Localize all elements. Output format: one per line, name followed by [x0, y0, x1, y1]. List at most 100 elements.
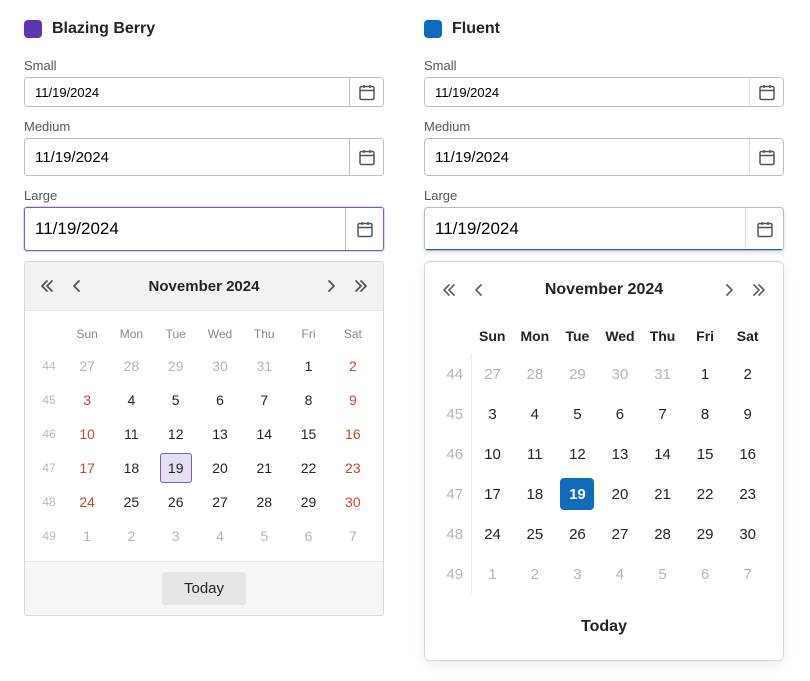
date-input-small-field[interactable] [425, 78, 749, 106]
day-cell[interactable]: 9 [726, 394, 769, 434]
day-cell[interactable]: 5 [154, 383, 198, 417]
day-cell[interactable]: 3 [556, 554, 599, 594]
prev-year-button[interactable] [33, 272, 61, 300]
day-cell[interactable]: 4 [198, 519, 242, 553]
day-cell[interactable]: 17 [471, 474, 514, 514]
day-cell[interactable]: 11 [514, 434, 557, 474]
day-cell[interactable]: 26 [154, 485, 198, 519]
date-input-medium[interactable] [24, 138, 384, 176]
next-year-button[interactable] [745, 276, 773, 304]
day-cell[interactable]: 25 [109, 485, 153, 519]
day-cell[interactable]: 4 [109, 383, 153, 417]
day-cell[interactable]: 23 [331, 451, 375, 485]
day-cell[interactable]: 18 [514, 474, 557, 514]
day-cell[interactable]: 20 [599, 474, 642, 514]
prev-month-button[interactable] [465, 276, 493, 304]
day-cell[interactable]: 24 [471, 514, 514, 554]
day-cell[interactable]: 31 [242, 349, 286, 383]
day-cell[interactable]: 17 [65, 451, 109, 485]
day-cell[interactable]: 16 [331, 417, 375, 451]
day-cell[interactable]: 20 [198, 451, 242, 485]
day-cell[interactable]: 19 [154, 451, 198, 485]
date-input-large-field[interactable] [25, 208, 345, 250]
day-cell[interactable]: 16 [726, 434, 769, 474]
day-cell[interactable]: 29 [154, 349, 198, 383]
day-cell[interactable]: 2 [726, 354, 769, 394]
day-cell[interactable]: 7 [641, 394, 684, 434]
day-cell[interactable]: 25 [514, 514, 557, 554]
day-cell[interactable]: 13 [198, 417, 242, 451]
today-button[interactable]: Today [559, 610, 649, 644]
day-cell[interactable]: 27 [599, 514, 642, 554]
day-cell[interactable]: 27 [471, 354, 514, 394]
prev-year-button[interactable] [435, 276, 463, 304]
day-cell[interactable]: 6 [684, 554, 727, 594]
day-cell[interactable]: 12 [556, 434, 599, 474]
day-cell[interactable]: 3 [65, 383, 109, 417]
day-cell[interactable]: 29 [684, 514, 727, 554]
date-input-small[interactable] [24, 77, 384, 107]
next-month-button[interactable] [317, 272, 345, 300]
day-cell[interactable]: 1 [684, 354, 727, 394]
day-cell[interactable]: 30 [599, 354, 642, 394]
date-input-medium[interactable] [424, 138, 784, 176]
date-input-small[interactable] [424, 77, 784, 107]
day-cell[interactable]: 21 [641, 474, 684, 514]
day-cell[interactable]: 1 [65, 519, 109, 553]
calendar-button[interactable] [345, 208, 383, 250]
date-input-large[interactable] [424, 207, 784, 251]
day-cell[interactable]: 29 [286, 485, 330, 519]
day-cell[interactable]: 15 [684, 434, 727, 474]
day-cell[interactable]: 29 [556, 354, 599, 394]
calendar-button[interactable] [349, 139, 383, 175]
day-cell[interactable]: 30 [726, 514, 769, 554]
day-cell[interactable]: 11 [109, 417, 153, 451]
day-cell[interactable]: 15 [286, 417, 330, 451]
day-cell[interactable]: 9 [331, 383, 375, 417]
day-cell[interactable]: 2 [331, 349, 375, 383]
day-cell[interactable]: 6 [599, 394, 642, 434]
today-button[interactable]: Today [162, 572, 246, 605]
day-cell[interactable]: 21 [242, 451, 286, 485]
day-cell[interactable]: 23 [726, 474, 769, 514]
calendar-button[interactable] [745, 208, 783, 250]
day-cell[interactable]: 2 [109, 519, 153, 553]
day-cell[interactable]: 12 [154, 417, 198, 451]
date-input-large-field[interactable] [425, 208, 745, 250]
day-cell[interactable]: 18 [109, 451, 153, 485]
calendar-button[interactable] [749, 78, 783, 106]
day-cell[interactable]: 24 [65, 485, 109, 519]
day-cell[interactable]: 5 [242, 519, 286, 553]
date-input-medium-field[interactable] [425, 139, 749, 175]
prev-month-button[interactable] [63, 272, 91, 300]
day-cell[interactable]: 6 [286, 519, 330, 553]
date-input-large[interactable] [24, 207, 384, 251]
day-cell[interactable]: 30 [198, 349, 242, 383]
calendar-title[interactable]: November 2024 [545, 281, 663, 299]
day-cell[interactable]: 6 [198, 383, 242, 417]
calendar-button[interactable] [749, 139, 783, 175]
date-input-small-field[interactable] [25, 78, 349, 106]
day-cell[interactable]: 27 [65, 349, 109, 383]
day-cell[interactable]: 1 [286, 349, 330, 383]
day-cell[interactable]: 28 [109, 349, 153, 383]
day-cell[interactable]: 31 [641, 354, 684, 394]
calendar-button[interactable] [349, 78, 383, 106]
day-cell[interactable]: 5 [556, 394, 599, 434]
day-cell[interactable]: 3 [471, 394, 514, 434]
day-cell[interactable]: 7 [331, 519, 375, 553]
day-cell[interactable]: 14 [641, 434, 684, 474]
date-input-medium-field[interactable] [25, 139, 349, 175]
day-cell[interactable]: 14 [242, 417, 286, 451]
day-cell[interactable]: 28 [641, 514, 684, 554]
day-cell[interactable]: 4 [599, 554, 642, 594]
calendar-title[interactable]: November 2024 [149, 278, 260, 295]
next-year-button[interactable] [347, 272, 375, 300]
day-cell[interactable]: 22 [286, 451, 330, 485]
day-cell[interactable]: 19 [556, 474, 599, 514]
day-cell[interactable]: 3 [154, 519, 198, 553]
day-cell[interactable]: 8 [684, 394, 727, 434]
day-cell[interactable]: 7 [726, 554, 769, 594]
day-cell[interactable]: 1 [471, 554, 514, 594]
day-cell[interactable]: 5 [641, 554, 684, 594]
